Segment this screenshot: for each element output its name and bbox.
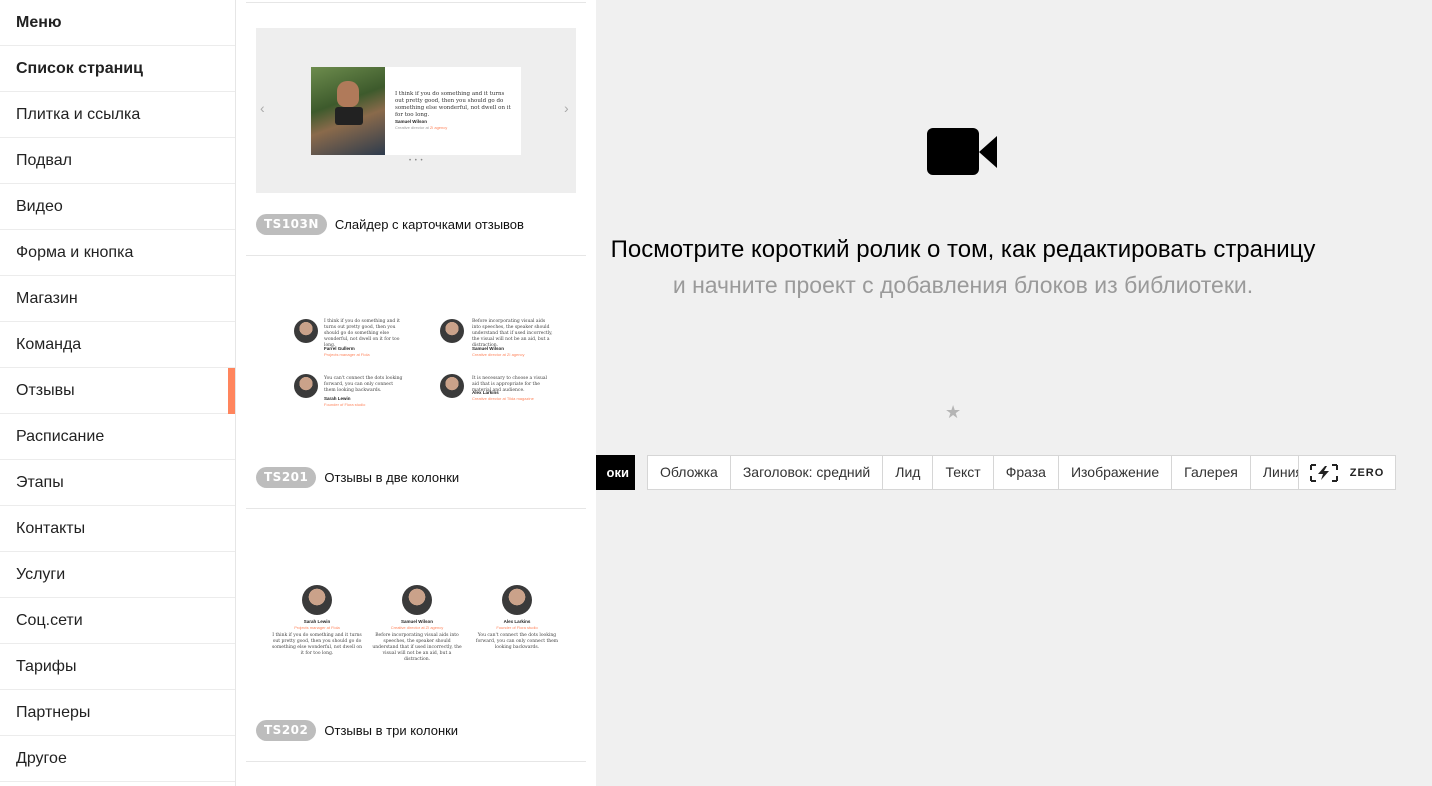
- star-icon: ★: [945, 402, 962, 422]
- sidebar-item[interactable]: Команда: [0, 322, 235, 368]
- testimonial-role: Founder of Flora studio: [324, 402, 366, 407]
- all-blocks-button[interactable]: оки: [596, 455, 635, 490]
- slider-prev-icon: ‹: [260, 100, 265, 116]
- testimonial-role: Creative director at ZI agency: [472, 352, 525, 357]
- sidebar-item[interactable]: Этапы: [0, 460, 235, 506]
- testimonial-quote: I think if you do something and it turns…: [272, 633, 362, 656]
- zero-label: ZERO: [1349, 466, 1385, 479]
- sidebar-item[interactable]: Тарифы: [0, 644, 235, 690]
- block-caption: TS103N Слайдер с карточками отзывов: [256, 213, 524, 235]
- avatar: [440, 374, 464, 398]
- testimonial-photo: [311, 67, 385, 155]
- testimonial-name: Farrel Gullerm: [324, 346, 355, 351]
- category-sidebar: Меню Список страниц Плитка и ссылка Подвал В…: [0, 0, 236, 786]
- block-title: Отзывы в две колонки: [324, 469, 460, 485]
- avatar: [502, 585, 532, 615]
- sidebar-item[interactable]: Список страниц: [0, 46, 235, 92]
- testimonial-author: Samuel Wilson: [395, 119, 427, 124]
- testimonial-name: Samuel Wilson: [472, 346, 504, 351]
- zero-lightning-icon: [1309, 463, 1338, 482]
- avatar: [294, 374, 318, 398]
- testimonial-name: Alex Larkins: [503, 619, 531, 624]
- block-title: Отзывы в три колонки: [324, 722, 459, 738]
- testimonial-quote: I think if you do something and it turns…: [324, 319, 400, 348]
- editor-canvas: Посмотрите короткий ролик о том, как ред…: [596, 0, 1432, 786]
- intro-subline: и начните проект с добавления блоков из …: [672, 272, 1254, 298]
- block-card-ts103n[interactable]: ‹ › I think if you do something and it t…: [246, 0, 586, 256]
- testimonial-role: Projects manager at Fiola: [324, 352, 370, 357]
- intro-headline: Посмотрите короткий ролик о том, как ред…: [610, 236, 1316, 263]
- testimonial-role: Creative director at ZI agency: [390, 625, 444, 630]
- avatar: [440, 319, 464, 343]
- quick-block-button[interactable]: Лид: [883, 456, 934, 489]
- block-code-badge: TS103N: [256, 213, 327, 235]
- sidebar-item[interactable]: Меню: [0, 0, 235, 46]
- testimonial-role: Founder of Flora studio: [496, 625, 538, 630]
- slider-dots: • • •: [409, 158, 424, 164]
- slider-next-icon: ›: [564, 100, 569, 116]
- testimonial-name: Sarah Lewin: [303, 619, 331, 624]
- sidebar-item[interactable]: Видео: [0, 184, 235, 230]
- testimonial-quote: You can't connect the dots looking forwa…: [324, 376, 403, 393]
- sidebar-item[interactable]: Форма и кнопка: [0, 230, 235, 276]
- block-caption: TS202 Отзывы в три колонки: [256, 719, 458, 741]
- quick-blocks-bar: Обложка Заголовок: средний Лид Текст Фраза Из…: [647, 455, 1316, 490]
- testimonial-role: Creative director at Zi agency: [395, 125, 448, 130]
- sidebar-item[interactable]: Другое: [0, 736, 235, 782]
- sidebar-item[interactable]: Контакты: [0, 506, 235, 552]
- zero-block-button[interactable]: ZERO: [1298, 455, 1396, 490]
- quick-block-button[interactable]: Заголовок: средний: [731, 456, 884, 489]
- block-card-ts202[interactable]: Sarah Lewin Projects manager at Fiola I …: [246, 509, 586, 762]
- quick-block-button[interactable]: Изображение: [1059, 456, 1173, 489]
- avatar: [402, 585, 432, 615]
- video-camera-icon[interactable]: [927, 127, 999, 177]
- testimonial-name: Sarah Lewin: [324, 396, 351, 401]
- block-code-badge: TS201: [256, 466, 317, 488]
- block-preview-two-columns: I think if you do something and it turns…: [256, 284, 576, 449]
- testimonial-card: I think if you do something and it turns…: [311, 67, 521, 155]
- sidebar-item[interactable]: Подвал: [0, 138, 235, 184]
- sidebar-item[interactable]: Расписание: [0, 414, 235, 460]
- testimonial-quote: Before incorporating visual aids into sp…: [372, 633, 462, 662]
- testimonial-quote: I think if you do something and it turns…: [395, 91, 511, 118]
- sidebar-item[interactable]: Плитка и ссылка: [0, 92, 235, 138]
- avatar: [302, 585, 332, 615]
- block-card-ts201[interactable]: I think if you do something and it turns…: [246, 256, 586, 509]
- quick-block-button[interactable]: Обложка: [648, 456, 731, 489]
- testimonial-quote: You can't connect the dots looking forwa…: [475, 633, 559, 650]
- quick-block-button[interactable]: Фраза: [994, 456, 1059, 489]
- sidebar-item[interactable]: Соц.сети: [0, 598, 235, 644]
- sidebar-item[interactable]: Магазин: [0, 276, 235, 322]
- sidebar-item[interactable]: Партнеры: [0, 690, 235, 736]
- testimonial-role: Projects manager at Fiola: [294, 625, 340, 630]
- sidebar-item[interactable]: Услуги: [0, 552, 235, 598]
- block-preview-slider: ‹ › I think if you do something and it t…: [256, 28, 576, 193]
- block-preview-three-columns: Sarah Lewin Projects manager at Fiola I …: [256, 537, 576, 702]
- testimonial-name: Alex Larkins: [472, 390, 499, 395]
- quick-block-button[interactable]: Галерея: [1172, 456, 1251, 489]
- sidebar-item[interactable]: Отзывы: [0, 368, 235, 414]
- block-code-badge: TS202: [256, 719, 317, 741]
- avatar: [294, 319, 318, 343]
- testimonial-quote: Before incorporating visual aids into sp…: [472, 319, 553, 348]
- quick-block-button[interactable]: Текст: [933, 456, 994, 489]
- testimonial-role: Creative director at Tilda magazine: [472, 396, 534, 401]
- block-caption: TS201 Отзывы в две колонки: [256, 466, 459, 488]
- blocks-library-panel: ‹ › I think if you do something and it t…: [236, 0, 596, 786]
- testimonial-name: Samuel Wilson: [401, 619, 433, 624]
- block-title: Слайдер с карточками отзывов: [334, 216, 524, 232]
